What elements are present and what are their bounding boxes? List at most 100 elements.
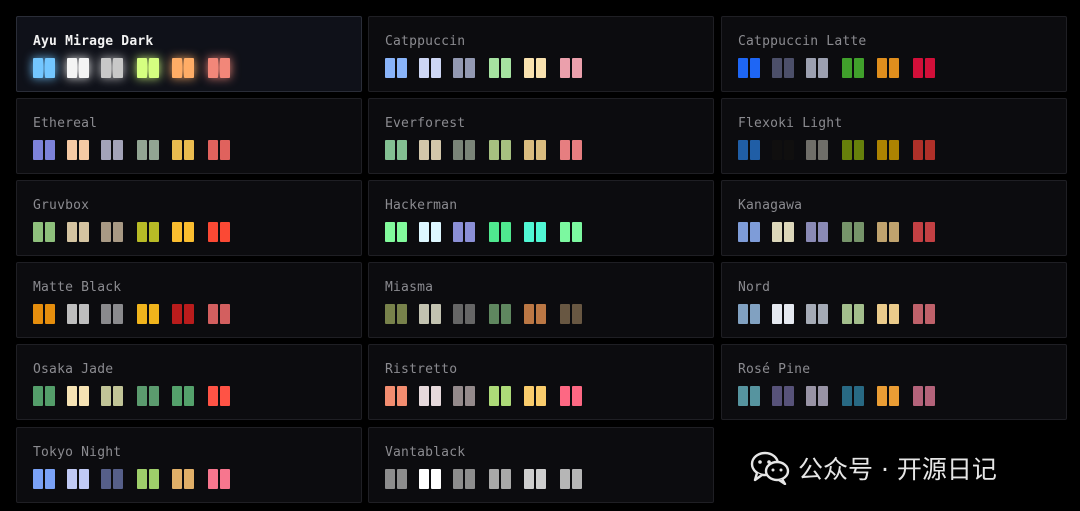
color-swatch bbox=[67, 58, 89, 78]
color-swatch bbox=[489, 304, 511, 324]
theme-name: Osaka Jade bbox=[33, 362, 114, 377]
color-swatch bbox=[453, 222, 475, 242]
color-swatch bbox=[842, 140, 864, 160]
color-swatch bbox=[453, 304, 475, 324]
color-swatch bbox=[101, 140, 123, 160]
theme-card-tokyo-night[interactable]: Tokyo Night bbox=[16, 427, 362, 503]
color-swatch bbox=[67, 304, 89, 324]
color-swatch bbox=[172, 140, 194, 160]
theme-card-flexoki-light[interactable]: Flexoki Light bbox=[721, 98, 1067, 174]
color-swatch bbox=[524, 140, 546, 160]
color-swatch bbox=[137, 222, 159, 242]
theme-card-kanagawa[interactable]: Kanagawa bbox=[721, 180, 1067, 256]
color-swatch bbox=[489, 58, 511, 78]
color-swatch bbox=[560, 58, 582, 78]
color-swatch bbox=[419, 58, 441, 78]
color-swatch bbox=[33, 304, 55, 324]
color-swatch bbox=[842, 222, 864, 242]
color-swatch bbox=[172, 222, 194, 242]
color-swatch bbox=[419, 222, 441, 242]
color-swatch bbox=[172, 386, 194, 406]
color-swatch bbox=[172, 469, 194, 489]
color-swatch bbox=[453, 386, 475, 406]
theme-name: Flexoki Light bbox=[738, 116, 843, 131]
theme-card-hackerman[interactable]: Hackerman bbox=[368, 180, 714, 256]
theme-card-ayu-mirage-dark[interactable]: Ayu Mirage Dark bbox=[16, 16, 362, 92]
theme-card-gruvbox[interactable]: Gruvbox bbox=[16, 180, 362, 256]
wechat-icon bbox=[750, 451, 790, 485]
color-swatch bbox=[67, 469, 89, 489]
theme-card-ethereal[interactable]: Ethereal bbox=[16, 98, 362, 174]
theme-card-rose-pine[interactable]: Rosé Pine bbox=[721, 344, 1067, 420]
color-swatch bbox=[101, 58, 123, 78]
color-swatch bbox=[208, 140, 230, 160]
color-swatch bbox=[208, 469, 230, 489]
color-swatch bbox=[67, 222, 89, 242]
theme-card-everforest[interactable]: Everforest bbox=[368, 98, 714, 174]
color-swatch bbox=[877, 222, 899, 242]
theme-card-catppuccin-latte[interactable]: Catppuccin Latte bbox=[721, 16, 1067, 92]
color-swatch bbox=[67, 140, 89, 160]
color-swatch bbox=[806, 386, 828, 406]
color-swatch bbox=[208, 304, 230, 324]
color-swatch bbox=[738, 386, 760, 406]
theme-card-vantablack[interactable]: Vantablack bbox=[368, 427, 714, 503]
watermark-text: 公众号 · 开源日记 bbox=[798, 455, 997, 484]
color-swatch bbox=[560, 304, 582, 324]
color-swatch bbox=[419, 386, 441, 406]
color-swatch bbox=[560, 222, 582, 242]
color-swatch bbox=[101, 304, 123, 324]
color-swatch bbox=[208, 58, 230, 78]
color-swatch bbox=[33, 386, 55, 406]
color-swatch bbox=[524, 386, 546, 406]
theme-card-miasma[interactable]: Miasma bbox=[368, 262, 714, 338]
color-swatch bbox=[419, 304, 441, 324]
color-swatch bbox=[208, 386, 230, 406]
theme-card-ristretto[interactable]: Ristretto bbox=[368, 344, 714, 420]
color-swatch bbox=[913, 386, 935, 406]
color-swatch bbox=[33, 58, 55, 78]
theme-name: Ristretto bbox=[385, 362, 458, 377]
color-swatch bbox=[33, 140, 55, 160]
color-swatch bbox=[772, 140, 794, 160]
color-swatch bbox=[101, 469, 123, 489]
watermark: 公众号 · 开源日记 bbox=[750, 450, 997, 486]
color-swatch bbox=[385, 140, 407, 160]
theme-card-osaka-jade[interactable]: Osaka Jade bbox=[16, 344, 362, 420]
color-swatch bbox=[419, 469, 441, 489]
color-swatch bbox=[137, 469, 159, 489]
theme-name: Kanagawa bbox=[738, 198, 803, 213]
color-swatch bbox=[877, 386, 899, 406]
color-swatch bbox=[524, 58, 546, 78]
color-swatch bbox=[489, 469, 511, 489]
color-swatch bbox=[913, 58, 935, 78]
color-swatch bbox=[772, 222, 794, 242]
color-swatch bbox=[806, 304, 828, 324]
color-swatch bbox=[489, 386, 511, 406]
theme-name: Everforest bbox=[385, 116, 466, 131]
theme-card-matte-black[interactable]: Matte Black bbox=[16, 262, 362, 338]
color-swatch bbox=[33, 469, 55, 489]
color-swatch bbox=[524, 222, 546, 242]
color-swatch bbox=[489, 222, 511, 242]
color-swatch bbox=[877, 58, 899, 78]
color-swatch bbox=[385, 386, 407, 406]
color-swatch bbox=[385, 469, 407, 489]
color-swatch bbox=[738, 222, 760, 242]
color-swatch bbox=[738, 58, 760, 78]
color-swatch bbox=[67, 386, 89, 406]
color-swatch bbox=[208, 222, 230, 242]
color-swatch bbox=[524, 469, 546, 489]
color-swatch bbox=[913, 140, 935, 160]
theme-name: Gruvbox bbox=[33, 198, 90, 213]
theme-card-catppuccin[interactable]: Catppuccin bbox=[368, 16, 714, 92]
theme-name: Rosé Pine bbox=[738, 362, 811, 377]
color-swatch bbox=[419, 140, 441, 160]
theme-name: Ethereal bbox=[33, 116, 98, 131]
theme-name: Nord bbox=[738, 280, 771, 295]
theme-card-nord[interactable]: Nord bbox=[721, 262, 1067, 338]
color-swatch bbox=[877, 304, 899, 324]
color-swatch bbox=[560, 386, 582, 406]
color-swatch bbox=[385, 304, 407, 324]
color-swatch bbox=[137, 386, 159, 406]
